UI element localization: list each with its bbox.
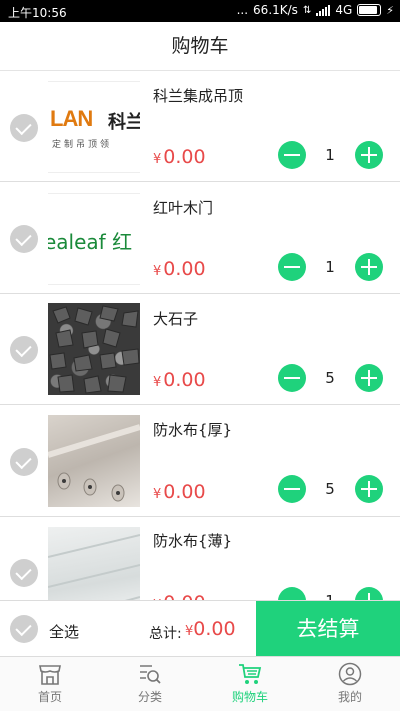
tab-cart[interactable]: 购物车 bbox=[200, 657, 300, 711]
checkout-button[interactable]: 去结算 bbox=[256, 601, 400, 657]
tab-label: 首页 bbox=[37, 690, 62, 704]
total-value: 0.00 bbox=[193, 618, 236, 640]
logo-text: LAN bbox=[50, 106, 93, 131]
page-title: 购物车 bbox=[171, 35, 229, 57]
data-arrows-icon: ⇅ bbox=[302, 4, 312, 16]
cart-item[interactable]: ealeaf 红 红叶木门 ¥0.00 1 bbox=[0, 183, 400, 294]
decrease-button[interactable] bbox=[278, 253, 306, 281]
total-price: ¥0.00 bbox=[185, 618, 236, 640]
status-bar: 上午10:56 ... 66.1K/s ⇅ 4G ⚡ bbox=[0, 0, 400, 22]
checkout-bar: 全选 总计: ¥0.00 去结算 bbox=[0, 600, 400, 657]
product-price: ¥0.00 bbox=[153, 369, 206, 391]
increase-button[interactable] bbox=[355, 141, 383, 169]
quantity-value: 5 bbox=[325, 480, 335, 498]
logo-caption: 定制吊顶领 bbox=[52, 140, 113, 150]
currency-symbol: ¥ bbox=[153, 152, 162, 167]
product-thumbnail[interactable]: ealeaf 红 bbox=[48, 193, 140, 285]
product-name[interactable]: 红叶木门 bbox=[153, 197, 213, 218]
tab-profile[interactable]: 我的 bbox=[300, 657, 400, 711]
decrease-button[interactable] bbox=[278, 364, 306, 392]
cart-item[interactable]: 防水布{薄} ¥0.00 1 bbox=[0, 517, 400, 600]
status-indicators: ... 66.1K/s ⇅ 4G ⚡ bbox=[237, 3, 394, 17]
product-thumbnail[interactable]: LAN 科兰 定制吊顶领 bbox=[48, 81, 140, 173]
cart-item[interactable]: 大石子 ¥0.00 5 bbox=[0, 294, 400, 405]
currency-symbol: ¥ bbox=[153, 487, 162, 502]
item-checkbox[interactable] bbox=[10, 559, 38, 587]
price-value: 0.00 bbox=[163, 369, 206, 391]
shop-icon bbox=[39, 665, 61, 685]
charging-icon: ⚡ bbox=[386, 3, 394, 17]
item-checkbox[interactable] bbox=[10, 336, 38, 364]
cart-icon bbox=[239, 664, 262, 684]
status-time: 上午10:56 bbox=[8, 6, 67, 20]
waterproof-cloth-image bbox=[48, 534, 140, 600]
increase-button[interactable] bbox=[355, 587, 383, 600]
waterproof-cloth-image bbox=[48, 424, 140, 502]
product-thumbnail[interactable] bbox=[48, 415, 140, 507]
tab-label: 购物车 bbox=[231, 690, 268, 704]
cart-item[interactable]: 防水布{厚} ¥0.00 5 bbox=[0, 406, 400, 517]
logo-text-cn: 科兰 bbox=[108, 112, 140, 133]
item-checkbox[interactable] bbox=[10, 225, 38, 253]
quantity-value: 5 bbox=[325, 369, 335, 387]
network-type: 4G bbox=[335, 3, 353, 17]
increase-button[interactable] bbox=[355, 475, 383, 503]
tab-label: 我的 bbox=[337, 690, 362, 704]
profile-icon bbox=[338, 662, 362, 686]
nav-bar: 购物车 bbox=[0, 22, 400, 71]
tab-label: 分类 bbox=[137, 690, 162, 704]
category-search-icon bbox=[140, 665, 161, 684]
signal-icon bbox=[316, 4, 331, 16]
price-value: 0.00 bbox=[163, 146, 206, 168]
product-name[interactable]: 大石子 bbox=[153, 308, 198, 329]
logo-text: ealeaf 红 bbox=[48, 230, 133, 254]
select-all-label[interactable]: 全选 bbox=[49, 621, 79, 642]
product-thumbnail[interactable] bbox=[48, 527, 140, 600]
gravel-image bbox=[49, 305, 140, 394]
battery-icon bbox=[357, 4, 382, 16]
product-name[interactable]: 防水布{厚} bbox=[153, 419, 232, 440]
price-value: 0.00 bbox=[163, 481, 206, 503]
quantity-value: 1 bbox=[318, 592, 342, 600]
total-label: 总计: bbox=[149, 626, 182, 642]
tab-category[interactable]: 分类 bbox=[100, 657, 200, 711]
decrease-button[interactable] bbox=[278, 141, 306, 169]
increase-button[interactable] bbox=[355, 253, 383, 281]
tab-home[interactable]: 首页 bbox=[0, 657, 100, 711]
currency-symbol: ¥ bbox=[153, 264, 162, 279]
bottom-tab-bar: 首页 分类 购物车 我的 bbox=[0, 656, 400, 711]
item-checkbox[interactable] bbox=[10, 448, 38, 476]
network-speed: 66.1K/s bbox=[253, 3, 298, 17]
product-price: ¥0.00 bbox=[153, 592, 206, 600]
decrease-button[interactable] bbox=[278, 475, 306, 503]
product-name[interactable]: 防水布{薄} bbox=[153, 530, 232, 551]
product-thumbnail[interactable] bbox=[48, 303, 140, 395]
price-value: 0.00 bbox=[163, 258, 206, 280]
decrease-button[interactable] bbox=[278, 587, 306, 600]
item-checkbox[interactable] bbox=[10, 114, 38, 142]
status-dots: ... bbox=[236, 3, 249, 17]
quantity-value: 1 bbox=[325, 146, 335, 164]
cart-item[interactable]: LAN 科兰 定制吊顶领 科兰集成吊顶 ¥0.00 1 bbox=[0, 71, 400, 182]
currency-symbol: ¥ bbox=[153, 375, 162, 390]
product-name[interactable]: 科兰集成吊顶 bbox=[153, 85, 243, 106]
cart-list[interactable]: LAN 科兰 定制吊顶领 科兰集成吊顶 ¥0.00 1 ealeaf 红 红叶木… bbox=[0, 71, 400, 600]
product-price: ¥0.00 bbox=[153, 481, 206, 503]
product-price: ¥0.00 bbox=[153, 146, 206, 168]
price-value: 0.00 bbox=[163, 592, 205, 600]
quantity-value: 1 bbox=[325, 258, 335, 276]
product-price: ¥0.00 bbox=[153, 258, 206, 280]
increase-button[interactable] bbox=[355, 364, 383, 392]
select-all-checkbox[interactable] bbox=[10, 615, 38, 643]
